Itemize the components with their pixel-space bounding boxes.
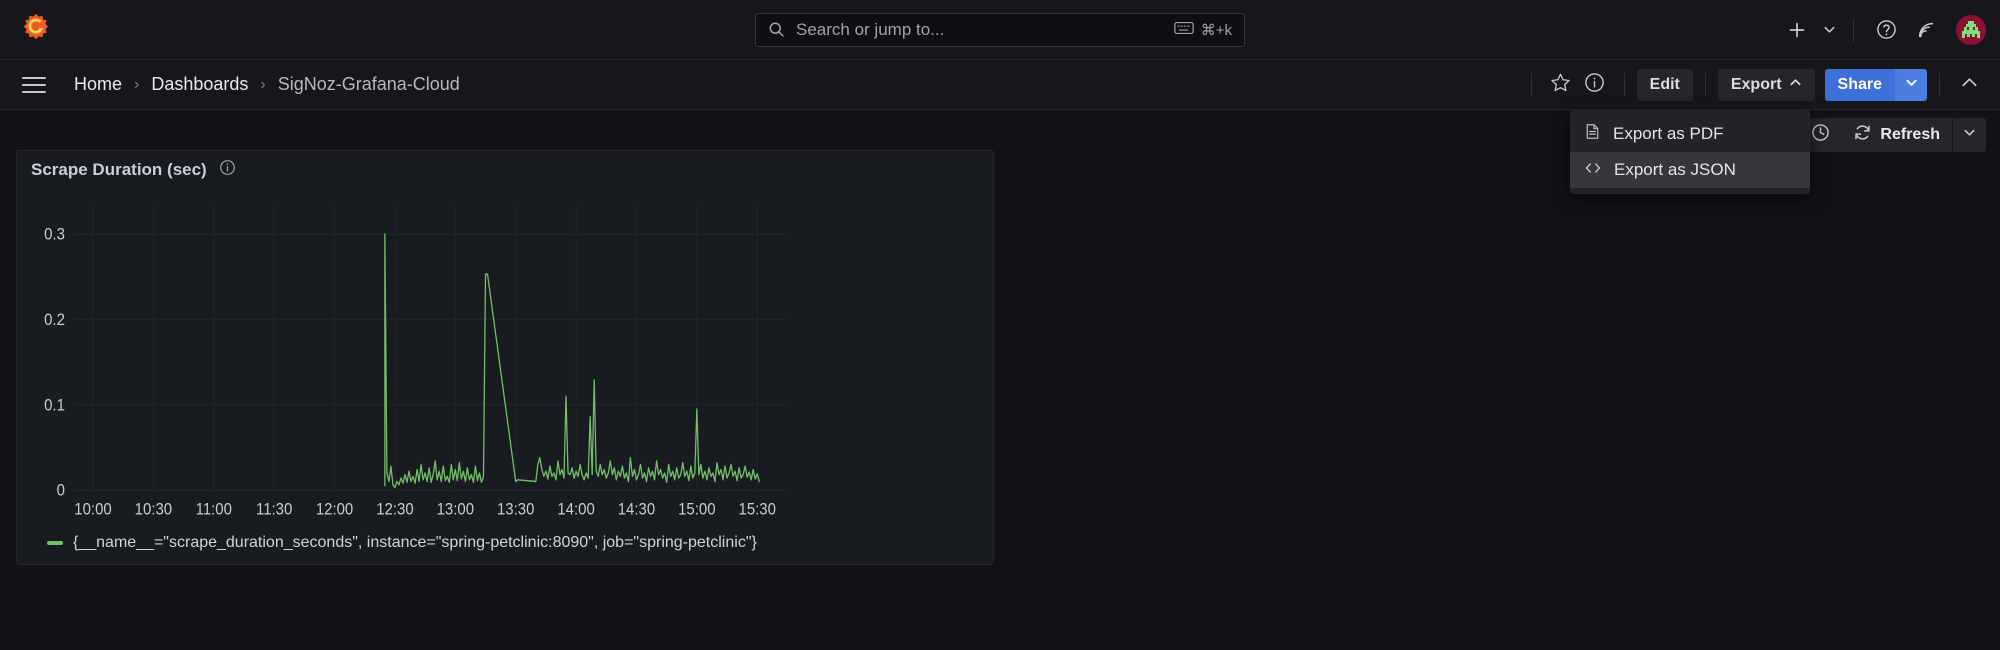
chevron-down-icon	[1817, 10, 1841, 50]
divider	[1530, 72, 1532, 97]
chart-gridlines	[72, 204, 788, 491]
panel-scrape-duration[interactable]: Scrape Duration (sec) 0 0.1 0.2 0.3 10:00 10…	[16, 150, 994, 565]
refresh-sync-icon	[1853, 123, 1872, 147]
breadcrumb-item-current-dashboard[interactable]: SigNoz-Grafana-Cloud	[272, 71, 466, 98]
svg-text:12:00: 12:00	[316, 501, 354, 519]
add-new-button[interactable]	[1777, 10, 1841, 50]
collapse-toolbar-button[interactable]	[1952, 68, 1986, 102]
chart-y-axis: 0 0.1 0.2 0.3	[44, 226, 65, 500]
info-circle-icon[interactable]	[219, 159, 236, 181]
top-navigation-actions	[1777, 10, 1986, 50]
help-circle-icon[interactable]	[1866, 10, 1906, 50]
share-button[interactable]: Share	[1824, 68, 1895, 101]
svg-text:14:30: 14:30	[618, 501, 656, 519]
time-controls: Refresh	[1800, 110, 1986, 160]
grafana-logo-icon	[21, 12, 51, 47]
export-button-label: Export	[1730, 75, 1782, 93]
plus-icon	[1777, 10, 1817, 50]
menu-item-export-as-json[interactable]: Export as JSON	[1570, 152, 1810, 188]
svg-text:0.1: 0.1	[44, 397, 65, 415]
star-outline-icon	[1550, 72, 1571, 98]
svg-text:12:30: 12:30	[376, 501, 414, 519]
svg-text:13:00: 13:00	[437, 501, 475, 519]
share-button-group: Share	[1824, 68, 1927, 101]
top-navigation-bar: Search or jump to... ⌘+k	[0, 0, 2000, 60]
rss-feed-icon[interactable]	[1906, 10, 1946, 50]
svg-text:10:30: 10:30	[135, 501, 173, 519]
export-dropdown-menu: Export as PDF Export as JSON	[1570, 110, 1810, 194]
chart-series-line	[384, 233, 760, 489]
export-button[interactable]: Export	[1717, 68, 1815, 101]
hamburger-menu-icon[interactable]	[18, 69, 50, 101]
menu-item-label: Export as JSON	[1614, 160, 1736, 179]
share-dropdown-button[interactable]	[1895, 68, 1927, 101]
svg-text:15:00: 15:00	[678, 501, 716, 519]
legend-color-swatch[interactable]	[47, 541, 63, 545]
search-shortcut-text: ⌘+k	[1200, 21, 1232, 39]
legend-series-label[interactable]: {__name__="scrape_duration_seconds", ins…	[73, 534, 757, 552]
svg-text:0.3: 0.3	[44, 226, 65, 244]
search-icon	[768, 21, 785, 38]
dashboard-actions: Edit Export Share	[1519, 68, 1986, 102]
breadcrumb-separator: ›	[134, 75, 140, 93]
timeseries-chart[interactable]: 0 0.1 0.2 0.3 10:00 10:30 11:00 11:30 12:00 12:3…	[27, 193, 983, 528]
breadcrumb-item-dashboards[interactable]: Dashboards	[145, 71, 254, 98]
menu-item-export-as-pdf[interactable]: Export as PDF	[1570, 116, 1810, 152]
edit-button-label: Edit	[1649, 75, 1680, 93]
panel-title: Scrape Duration (sec)	[31, 160, 207, 179]
svg-text:11:00: 11:00	[196, 501, 232, 519]
share-button-label: Share	[1837, 75, 1882, 93]
refresh-interval-dropdown[interactable]	[1952, 118, 1986, 152]
favorite-star-button[interactable]	[1544, 68, 1578, 102]
chevron-down-icon	[1905, 76, 1918, 94]
svg-text:13:30: 13:30	[497, 501, 535, 519]
divider	[1853, 17, 1854, 42]
search-placeholder: Search or jump to...	[796, 19, 945, 39]
avatar[interactable]	[1956, 14, 1986, 45]
user-avatar-icon	[1958, 16, 1984, 43]
panel-plot-area[interactable]: 0 0.1 0.2 0.3 10:00 10:30 11:00 11:30 12:00 12:3…	[17, 189, 993, 528]
divider	[1939, 72, 1940, 97]
svg-text:0: 0	[57, 482, 65, 500]
menu-item-label: Export as PDF	[1613, 124, 1724, 143]
refresh-button-label: Refresh	[1880, 126, 1940, 143]
svg-text:11:30: 11:30	[256, 501, 292, 519]
search-input[interactable]: Search or jump to... ⌘+k	[755, 12, 1245, 47]
svg-text:10:00: 10:00	[74, 501, 112, 519]
chevron-up-icon	[1789, 76, 1802, 94]
refresh-button[interactable]: Refresh	[1841, 118, 1952, 152]
breadcrumb-item-home[interactable]: Home	[68, 71, 128, 98]
dashboard-toolbar: Home › Dashboards › SigNoz-Grafana-Cloud	[0, 60, 2000, 110]
keyboard-icon	[1174, 21, 1194, 39]
panel-header[interactable]: Scrape Duration (sec)	[17, 151, 993, 189]
file-document-icon	[1584, 123, 1601, 145]
info-circle-icon	[1584, 72, 1605, 98]
code-brackets-icon	[1584, 159, 1602, 182]
divider	[1623, 72, 1625, 97]
panel-info-button[interactable]	[1578, 68, 1612, 102]
grafana-logo-button[interactable]	[0, 12, 72, 47]
edit-button[interactable]: Edit	[1636, 68, 1693, 101]
chart-legend: {__name__="scrape_duration_seconds", ins…	[17, 528, 993, 564]
chart-x-axis: 10:00 10:30 11:00 11:30 12:00 12:30 13:00 13:30…	[74, 501, 776, 519]
svg-text:14:00: 14:00	[557, 501, 595, 519]
svg-text:15:30: 15:30	[738, 501, 776, 519]
divider	[1704, 72, 1706, 97]
chevron-up-icon	[1960, 73, 1979, 97]
chevron-down-icon	[1963, 126, 1976, 144]
breadcrumb: Home › Dashboards › SigNoz-Grafana-Cloud	[68, 71, 466, 98]
breadcrumb-separator: ›	[260, 75, 266, 93]
svg-text:0.2: 0.2	[44, 311, 65, 329]
search-shortcut-hint: ⌘+k	[1174, 21, 1232, 39]
clock-icon	[1811, 123, 1830, 147]
